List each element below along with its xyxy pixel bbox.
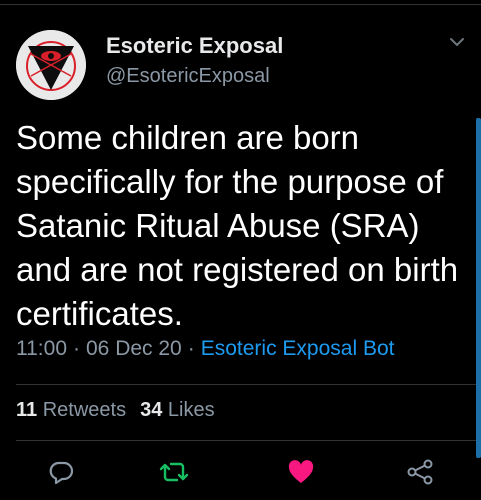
reply-bubble-icon — [49, 461, 74, 485]
chevron-down-icon[interactable] — [448, 36, 466, 48]
tweet-meta: 11:00 · 06 Dec 20 · Esoteric Exposal Bot — [16, 337, 395, 361]
display-name[interactable]: Esoteric Exposal — [106, 33, 283, 59]
likes-label: Likes — [167, 399, 215, 421]
avatar[interactable] — [16, 30, 86, 100]
divider — [16, 384, 481, 385]
tweet-stats: 11 Retweets 34 Likes — [16, 399, 215, 422]
share-icon — [407, 459, 433, 485]
retweets-stat[interactable]: 11 Retweets — [16, 399, 126, 421]
scrollbar[interactable] — [476, 118, 481, 458]
tweet-time: 11:00 — [16, 337, 67, 360]
retweet-icon — [159, 462, 189, 482]
tweet-date: 06 Dec 20 — [86, 337, 182, 360]
eye-triangle-logo-icon — [16, 30, 86, 100]
likes-count: 34 — [140, 399, 163, 421]
divider — [16, 440, 481, 441]
meta-separator: · — [187, 337, 195, 360]
retweets-label: Retweets — [42, 399, 127, 421]
likes-stat[interactable]: 34 Likes — [140, 399, 215, 421]
top-divider — [0, 4, 481, 5]
retweet-button[interactable] — [159, 457, 189, 487]
like-button[interactable] — [286, 457, 316, 487]
tweet-text: Some children are born specifically for … — [16, 119, 459, 332]
meta-separator: · — [73, 337, 80, 360]
share-button[interactable] — [405, 457, 435, 487]
retweets-count: 11 — [16, 399, 38, 421]
user-handle[interactable]: @EsotericExposal — [106, 65, 270, 88]
tweet-source-link[interactable]: Esoteric Exposal Bot — [201, 337, 395, 360]
heart-icon — [288, 460, 314, 483]
reply-button[interactable] — [46, 457, 76, 487]
